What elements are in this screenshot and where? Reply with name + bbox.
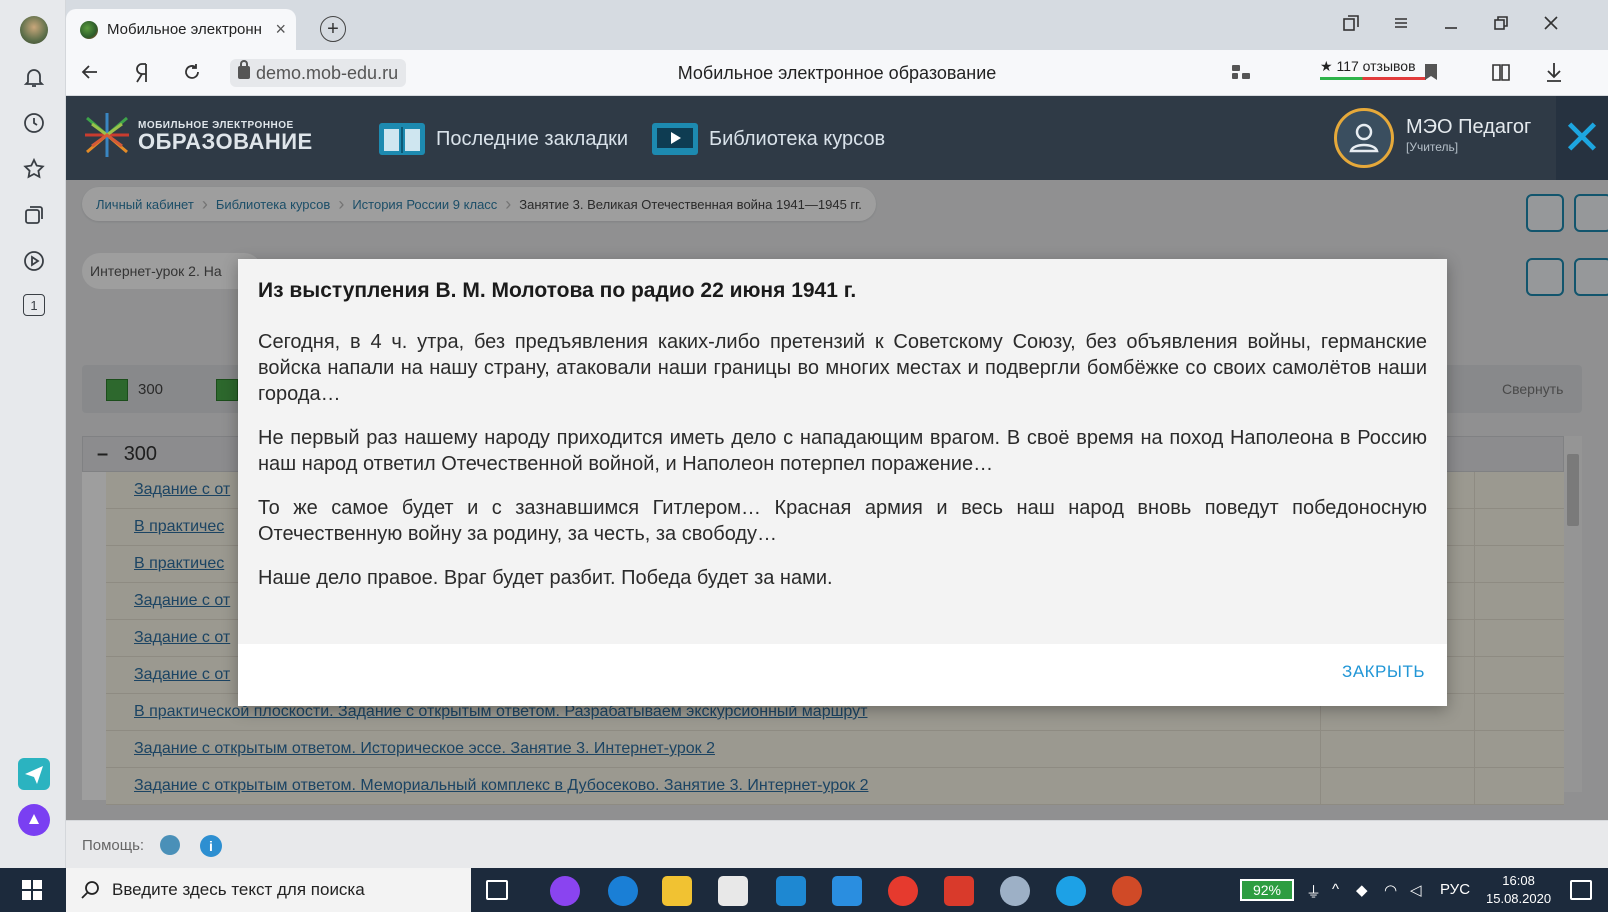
info-icon[interactable]: i bbox=[200, 835, 222, 857]
edge-browser-icon[interactable] bbox=[608, 876, 638, 906]
nav-library-label: Библиотека курсов bbox=[709, 127, 886, 150]
reviews-count: ★ 117 отзывов bbox=[1320, 58, 1416, 74]
dialog-close-button[interactable]: ЗАКРЫТЬ bbox=[1342, 662, 1425, 682]
clock-time: 16:08 bbox=[1502, 873, 1535, 888]
minimize-icon[interactable] bbox=[1442, 14, 1460, 37]
yandex-home-icon[interactable] bbox=[134, 62, 150, 90]
url-field[interactable]: demo.mob-edu.ru bbox=[230, 59, 407, 87]
address-bar: demo.mob-edu.ru Мобильное электронное об… bbox=[66, 50, 1608, 96]
alice-assistant-icon[interactable] bbox=[18, 804, 50, 836]
search-icon bbox=[81, 881, 99, 899]
quote-dialog: Из выступления В. М. Молотова по радио 2… bbox=[238, 259, 1447, 706]
close-window-icon[interactable] bbox=[1542, 14, 1560, 37]
browser-sidebar: 1 bbox=[0, 0, 66, 868]
dialog-paragraph: Наше дело правое. Враг будет разбит. Поб… bbox=[258, 567, 833, 589]
windows-start-icon[interactable] bbox=[22, 880, 42, 900]
dialog-body: Из выступления В. М. Молотова по радио 2… bbox=[238, 259, 1447, 644]
media-play-icon[interactable] bbox=[21, 248, 47, 274]
clock-date: 15.08.2020 bbox=[1486, 891, 1552, 906]
history-clock-icon[interactable] bbox=[21, 110, 47, 136]
dialog-paragraph: То же самое будет и с зазнавшимся Гитлер… bbox=[258, 497, 1427, 545]
app-header: МОБИЛЬНОЕ ЭЛЕКТРОННОЕ ОБРАЗОВАНИЕ Послед… bbox=[66, 96, 1608, 180]
dialog-paragraph: Сегодня, в 4 ч. утра, без предъявления к… bbox=[258, 331, 1427, 405]
battery-indicator[interactable]: 92% bbox=[1240, 879, 1294, 901]
mob-edu-logo-icon[interactable] bbox=[82, 110, 132, 160]
bookmark-flag-icon[interactable] bbox=[1424, 63, 1438, 87]
paint-app-icon[interactable] bbox=[1000, 876, 1030, 906]
help-person-icon[interactable] bbox=[160, 835, 180, 855]
help-bar: Помощь: i bbox=[66, 820, 1608, 868]
restore-icon[interactable] bbox=[1492, 14, 1510, 37]
reviews-rating-bar bbox=[1320, 77, 1426, 80]
task-view-icon[interactable] bbox=[486, 880, 508, 900]
windows-taskbar: Введите здесь текст для поиска 92% ⏚ ^ ◆… bbox=[0, 868, 1608, 912]
l-app-icon[interactable] bbox=[776, 876, 806, 906]
tab-manager-icon[interactable] bbox=[1342, 14, 1360, 37]
favorites-star-icon[interactable] bbox=[21, 156, 47, 182]
user-icon bbox=[1349, 123, 1379, 153]
tab-title: Мобильное электронн bbox=[107, 21, 262, 38]
nav-course-library[interactable]: Библиотека курсов bbox=[651, 121, 885, 157]
lock-icon bbox=[238, 60, 250, 79]
yandex-app-icon[interactable] bbox=[944, 876, 974, 906]
video-library-icon bbox=[652, 123, 698, 155]
notifications-icon[interactable] bbox=[1570, 880, 1592, 900]
tray-expand-icon[interactable]: ^ bbox=[1332, 881, 1339, 898]
app-close-button[interactable]: ✕ bbox=[1556, 96, 1608, 180]
file-explorer-icon[interactable] bbox=[662, 876, 692, 906]
url-text: demo.mob-edu.ru bbox=[256, 63, 399, 83]
protect-icon[interactable] bbox=[1230, 61, 1252, 89]
language-indicator[interactable]: РУС bbox=[1440, 881, 1470, 898]
logo-text: МОБИЛЬНОЕ ЭЛЕКТРОННОЕ ОБРАЗОВАНИЕ bbox=[138, 120, 313, 153]
taskbar-search-input[interactable]: Введите здесь текст для поиска bbox=[66, 868, 471, 912]
help-label: Помощь: bbox=[82, 837, 145, 854]
profile-avatar-icon[interactable] bbox=[20, 16, 48, 44]
menu-icon[interactable] bbox=[1392, 14, 1410, 37]
dropbox-icon[interactable]: ◆ bbox=[1356, 881, 1368, 899]
power-plug-icon: ⏚ bbox=[1306, 884, 1322, 901]
alice-taskbar-icon[interactable] bbox=[550, 876, 580, 906]
send-app-icon[interactable] bbox=[18, 758, 50, 790]
nav-recent-bookmarks[interactable]: Последние закладки bbox=[378, 121, 628, 157]
store-icon[interactable] bbox=[718, 876, 748, 906]
download-icon[interactable] bbox=[1544, 61, 1564, 89]
powerpoint-icon[interactable] bbox=[1112, 876, 1142, 906]
nav-bookmarks-label: Последние закладки bbox=[436, 127, 629, 150]
user-avatar[interactable] bbox=[1334, 108, 1394, 168]
counter-label: 1 bbox=[30, 297, 38, 313]
reload-icon[interactable] bbox=[182, 62, 202, 88]
yandex-browser-icon[interactable] bbox=[888, 876, 918, 906]
mail-icon[interactable] bbox=[832, 876, 862, 906]
back-arrow-icon[interactable] bbox=[80, 62, 100, 88]
skype-icon[interactable] bbox=[1056, 876, 1086, 906]
volume-icon[interactable]: ◁ bbox=[1410, 881, 1422, 899]
user-name[interactable]: МЭО Педагог bbox=[1406, 116, 1531, 139]
search-placeholder: Введите здесь текст для поиска bbox=[112, 880, 365, 899]
user-role: [Учитель] bbox=[1406, 140, 1459, 154]
open-book-icon bbox=[379, 123, 425, 155]
new-tab-button[interactable]: + bbox=[320, 16, 346, 42]
reader-mode-icon[interactable] bbox=[1490, 61, 1512, 89]
dialog-title: Из выступления В. М. Молотова по радио 2… bbox=[258, 279, 857, 302]
reviews-badge[interactable]: ★ 117 отзывов bbox=[1320, 58, 1426, 80]
tab-close-icon[interactable]: × bbox=[275, 19, 286, 40]
collections-icon[interactable] bbox=[21, 202, 47, 228]
site-favicon-icon bbox=[80, 20, 98, 39]
logo-big-text: ОБРАЗОВАНИЕ bbox=[138, 129, 313, 154]
dialog-footer: ЗАКРЫТЬ bbox=[238, 644, 1447, 706]
browser-tab[interactable]: Мобильное электронн × bbox=[66, 9, 296, 50]
dialog-paragraph: Не первый раз нашему народу приходится и… bbox=[258, 427, 1427, 475]
counter-badge-icon[interactable]: 1 bbox=[23, 294, 45, 316]
clock[interactable]: 16:08 15.08.2020 bbox=[1486, 872, 1551, 908]
notifications-bell-icon[interactable] bbox=[21, 64, 47, 90]
browser-tab-bar: Мобильное электронн × + bbox=[66, 0, 1608, 50]
wifi-icon[interactable]: ◠ bbox=[1384, 881, 1397, 899]
